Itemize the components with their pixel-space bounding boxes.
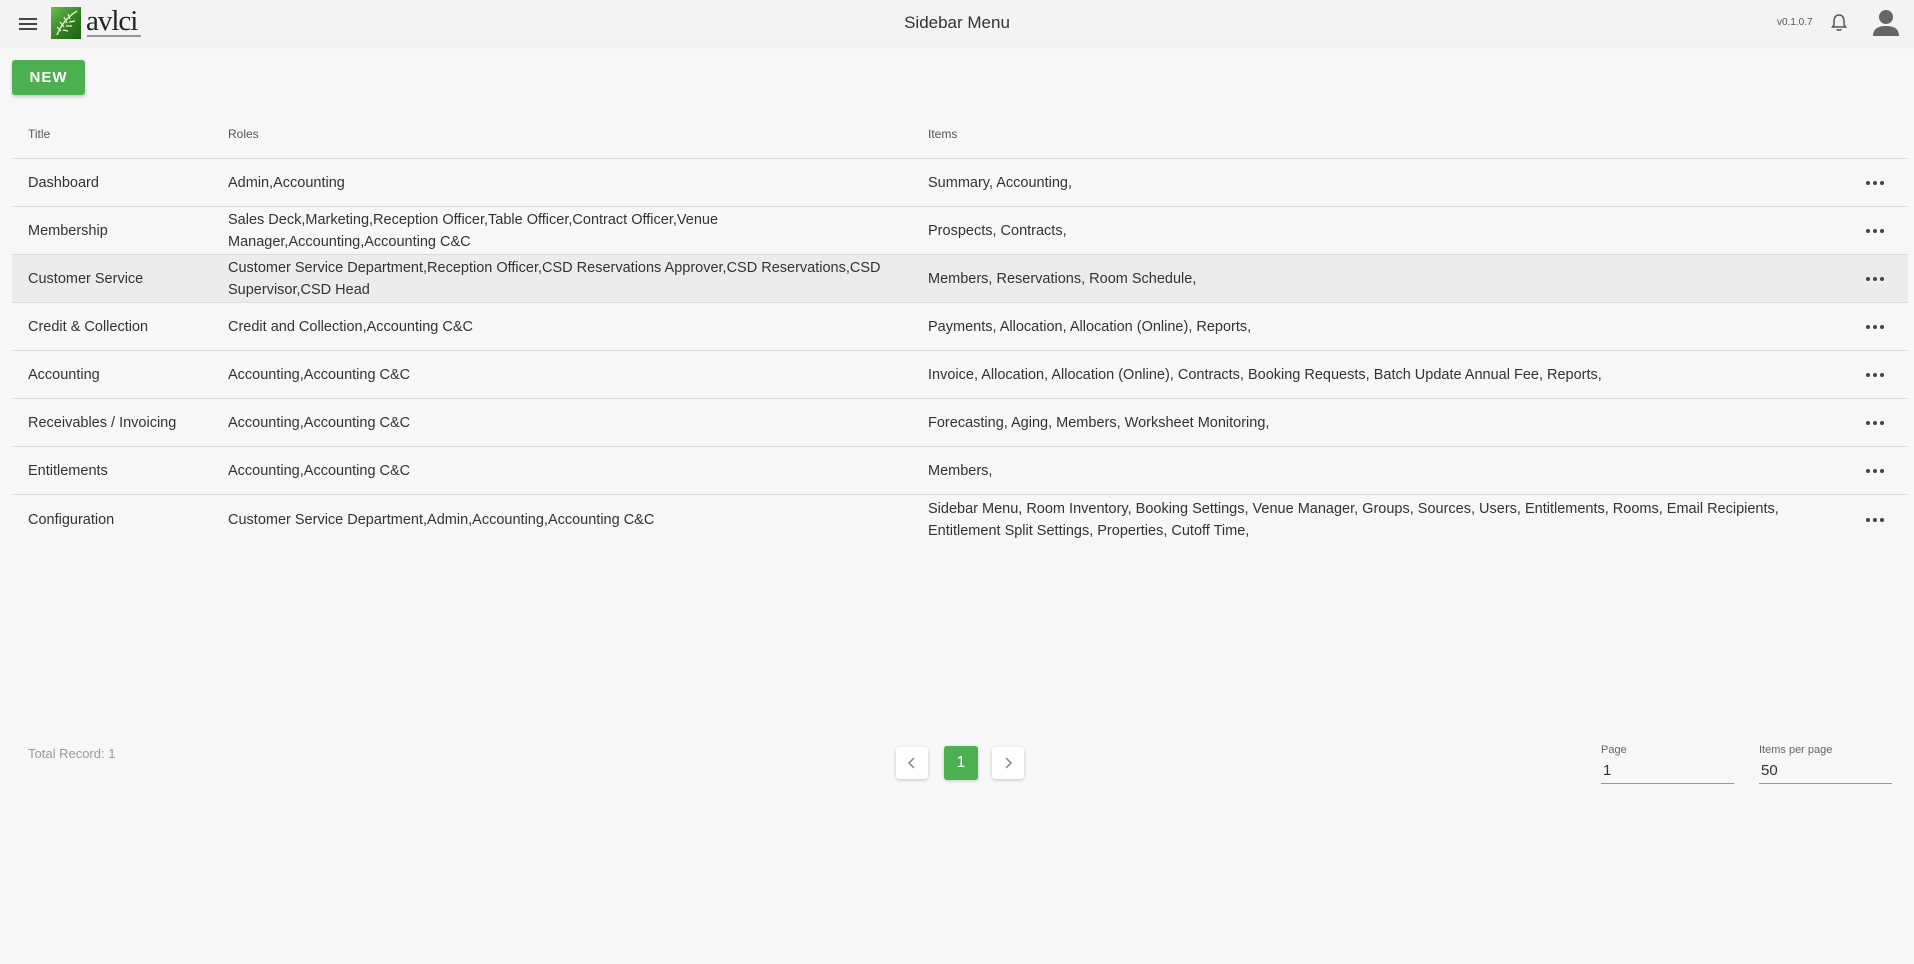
table-header: Title Roles Items — [12, 114, 1908, 159]
sidebar-menu-table: Title Roles Items Dashboard Admin,Accoun… — [12, 114, 1908, 545]
more-horizontal-icon[interactable] — [1862, 207, 1888, 254]
new-button[interactable]: NEW — [12, 60, 85, 95]
cell-roles: Admin,Accounting — [228, 174, 345, 191]
cell-items: Sidebar Menu, Room Inventory, Booking Se… — [928, 501, 1779, 539]
more-horizontal-icon[interactable] — [1862, 351, 1888, 398]
cell-items: Prospects, Contracts, — [928, 222, 1067, 239]
cell-items: Summary, Accounting, — [928, 174, 1072, 191]
page-field: Page — [1601, 744, 1734, 784]
more-horizontal-icon[interactable] — [1862, 495, 1888, 545]
cell-items: Members, — [928, 462, 993, 479]
items-per-page-field: Items per page — [1759, 744, 1892, 784]
cell-title: Dashboard — [28, 174, 99, 191]
cell-roles: Credit and Collection,Accounting C&C — [228, 318, 474, 335]
logo-tagline — [87, 35, 141, 37]
page-label: Page — [1601, 744, 1627, 756]
more-horizontal-icon[interactable] — [1862, 159, 1888, 206]
table-row[interactable]: Configuration Customer Service Departmen… — [12, 495, 1908, 545]
cell-title: Membership — [28, 222, 108, 239]
table-row[interactable]: Accounting Accounting,Accounting C&C Inv… — [12, 351, 1908, 399]
cell-roles: Accounting,Accounting C&C — [228, 366, 411, 383]
more-horizontal-icon[interactable] — [1862, 399, 1888, 446]
column-header-title[interactable]: Title — [28, 127, 50, 141]
cell-roles: Customer Service Department,Reception Of… — [228, 259, 881, 298]
items-per-page-label: Items per page — [1759, 744, 1833, 756]
cell-items: Forecasting, Aging, Members, Worksheet M… — [928, 414, 1270, 431]
cell-roles: Customer Service Department,Admin,Accoun… — [228, 512, 655, 528]
cell-roles: Accounting,Accounting C&C — [228, 414, 411, 431]
table-row[interactable]: Credit & Collection Credit and Collectio… — [12, 303, 1908, 351]
cell-items: Payments, Allocation, Allocation (Online… — [928, 318, 1252, 335]
cell-roles: Sales Deck,Marketing,Reception Officer,T… — [228, 211, 719, 250]
items-per-page-input[interactable] — [1759, 760, 1892, 784]
cell-title: Receivables / Invoicing — [28, 414, 177, 431]
more-horizontal-icon[interactable] — [1862, 255, 1888, 302]
more-horizontal-icon[interactable] — [1862, 303, 1888, 350]
table-row[interactable]: Customer Service Customer Service Depart… — [12, 255, 1908, 303]
chevron-left-icon[interactable] — [896, 747, 928, 779]
total-record: Total Record: 1 — [28, 746, 116, 761]
column-header-items[interactable]: Items — [928, 127, 957, 141]
table-row[interactable]: Receivables / Invoicing Accounting,Accou… — [12, 399, 1908, 447]
cell-title: Entitlements — [28, 462, 108, 479]
cell-title: Credit & Collection — [28, 318, 149, 335]
cell-items: Invoice, Allocation, Allocation (Online)… — [928, 366, 1602, 383]
cell-items: Members, Reservations, Room Schedule, — [928, 270, 1197, 287]
table-row[interactable]: Dashboard Admin,Accounting Summary, Acco… — [12, 159, 1908, 207]
page-input[interactable] — [1601, 760, 1734, 784]
cell-title: Accounting — [28, 366, 100, 383]
chevron-right-icon[interactable] — [992, 747, 1024, 779]
cell-title: Configuration — [28, 512, 115, 528]
cell-title: Customer Service — [28, 270, 144, 287]
account-icon[interactable] — [1871, 9, 1901, 37]
column-header-roles[interactable]: Roles — [228, 127, 259, 141]
table-row[interactable]: Entitlements Accounting,Accounting C&C M… — [12, 447, 1908, 495]
cell-roles: Accounting,Accounting C&C — [228, 462, 411, 479]
more-horizontal-icon[interactable] — [1862, 447, 1888, 494]
version-label: v0.1.0.7 — [1777, 17, 1813, 28]
page-title: Sidebar Menu — [904, 13, 1010, 32]
bell-icon[interactable] — [1830, 13, 1848, 33]
top-app-bar: avlci Sidebar Menu v0.1.0.7 — [0, 0, 1914, 47]
pagination-page-button[interactable]: 1 — [944, 746, 978, 780]
table-row[interactable]: Membership Sales Deck,Marketing,Receptio… — [12, 207, 1908, 255]
